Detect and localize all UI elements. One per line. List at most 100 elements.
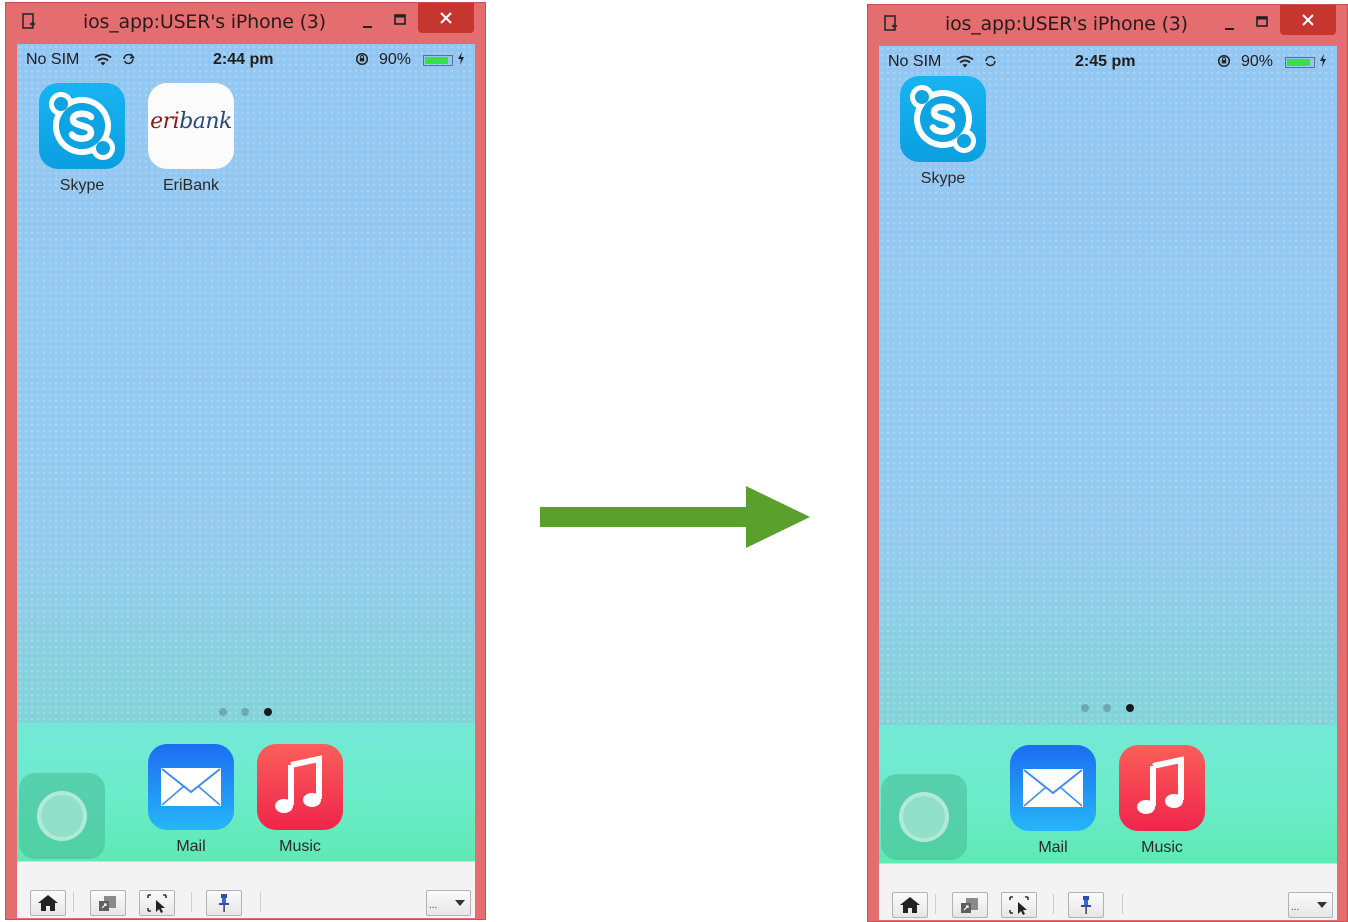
app-label: Mail <box>1038 839 1068 856</box>
toolbar-separator <box>1122 894 1123 914</box>
pin-icon <box>1081 896 1091 914</box>
mail-icon <box>148 744 234 830</box>
window-title: ios_app:USER's iPhone (3) <box>945 13 1188 35</box>
home-icon <box>900 897 920 913</box>
screenshot-icon <box>961 898 978 913</box>
app-label: EriBank <box>162 177 220 194</box>
home-icon <box>38 895 58 911</box>
page-indicator[interactable] <box>217 708 277 718</box>
toolbar-separator <box>1053 894 1054 914</box>
battery-percent: 90% <box>1241 53 1274 70</box>
mail-icon <box>1010 745 1096 831</box>
close-button[interactable] <box>1280 5 1336 35</box>
home-button[interactable] <box>892 892 928 918</box>
page-dot-current <box>264 708 272 716</box>
transition-arrow <box>540 486 810 548</box>
inspect-icon <box>1009 896 1029 915</box>
wifi-icon <box>94 53 112 66</box>
sync-icon <box>123 53 135 65</box>
toolbar-separator <box>191 892 192 912</box>
more-options-button[interactable]: ... <box>426 890 471 916</box>
maximize-button[interactable] <box>389 11 411 31</box>
minimize-icon <box>1225 28 1234 30</box>
more-label: ... <box>1291 902 1300 913</box>
dropdown-arrow-icon <box>455 900 465 906</box>
select-element-button[interactable] <box>139 890 175 916</box>
eribank-logo: eribank <box>150 109 232 134</box>
pin-button[interactable] <box>1068 892 1104 918</box>
page-dot <box>241 708 249 716</box>
battery-level <box>425 57 448 64</box>
window-title: ios_app:USER's iPhone (3) <box>83 11 326 33</box>
page-indicator[interactable] <box>1079 704 1139 714</box>
status-bar: No SIM 2:44 pm 90% <box>17 44 475 70</box>
device-toolbar: ... <box>879 863 1337 920</box>
app-label: Mail <box>176 838 206 855</box>
battery-icon <box>1285 57 1315 68</box>
music-icon <box>257 744 343 830</box>
screenshot-button[interactable] <box>952 892 988 918</box>
page-dot <box>1103 704 1111 712</box>
assistive-touch-button[interactable] <box>19 773 105 859</box>
battery-percent: 90% <box>379 51 412 68</box>
toolbar-separator <box>260 892 261 912</box>
assistive-touch-button[interactable] <box>881 774 967 860</box>
minimize-button[interactable] <box>357 13 379 33</box>
battery-level <box>1287 59 1310 66</box>
title-bar[interactable]: ios_app:USER's iPhone (3) <box>6 3 485 43</box>
screenshot-button[interactable] <box>90 890 126 916</box>
before-device-window: ios_app:USER's iPhone (3) No SIM 2:44 pm… <box>5 2 486 920</box>
carrier-label: No SIM <box>26 51 80 68</box>
sync-icon <box>985 55 996 67</box>
battery-icon <box>423 55 453 66</box>
pin-button[interactable] <box>206 890 242 916</box>
music-icon <box>1119 745 1205 831</box>
app-label: Music <box>279 838 321 855</box>
maximize-icon <box>394 14 406 25</box>
assistive-touch-icon <box>37 791 87 841</box>
charging-icon <box>458 52 464 65</box>
pin-icon <box>219 894 229 912</box>
skype-icon <box>900 76 986 162</box>
after-device-window: ios_app:USER's iPhone (3) No SIM 2:45 pm <box>867 4 1348 922</box>
toolbar-separator <box>935 894 936 914</box>
status-bar: No SIM 2:45 pm 90% <box>879 46 1337 72</box>
more-options-button[interactable]: ... <box>1288 892 1333 918</box>
select-element-button[interactable] <box>1001 892 1037 918</box>
phone-screen[interactable]: No SIM 2:44 pm 90% Skype eribank EriBank… <box>17 44 475 861</box>
rotation-lock-icon <box>355 52 369 66</box>
home-button[interactable] <box>30 890 66 916</box>
assistive-touch-icon <box>899 792 949 842</box>
app-label: Music <box>1141 839 1183 856</box>
device-icon <box>22 13 35 29</box>
inspect-icon <box>147 894 167 913</box>
toolbar-separator <box>73 892 74 912</box>
title-bar[interactable]: ios_app:USER's iPhone (3) <box>868 5 1347 45</box>
carrier-label: No SIM <box>888 53 942 70</box>
screenshot-icon <box>99 896 116 911</box>
clock: 2:45 pm <box>1075 53 1136 70</box>
maximize-button[interactable] <box>1251 13 1273 33</box>
page-dot-current <box>1126 704 1134 712</box>
page-dot <box>219 708 227 716</box>
rotation-lock-icon <box>1217 54 1231 68</box>
maximize-icon <box>1256 16 1268 27</box>
minimize-button[interactable] <box>1219 15 1241 35</box>
more-label: ... <box>429 900 438 911</box>
app-label: Skype <box>59 177 105 194</box>
skype-icon <box>39 83 125 169</box>
device-icon <box>884 15 897 31</box>
minimize-icon <box>363 26 372 28</box>
charging-icon <box>1320 54 1326 67</box>
app-label: Skype <box>920 170 966 187</box>
close-icon <box>440 12 452 24</box>
phone-screen[interactable]: No SIM 2:45 pm 90% Skype Mail Music <box>879 46 1337 863</box>
wifi-icon <box>956 55 974 68</box>
page-dot <box>1081 704 1089 712</box>
device-toolbar: ... <box>17 861 475 918</box>
close-icon <box>1302 14 1314 26</box>
clock: 2:44 pm <box>213 51 274 68</box>
dropdown-arrow-icon <box>1317 902 1327 908</box>
close-button[interactable] <box>418 3 474 33</box>
eribank-icon: eribank <box>148 83 234 169</box>
